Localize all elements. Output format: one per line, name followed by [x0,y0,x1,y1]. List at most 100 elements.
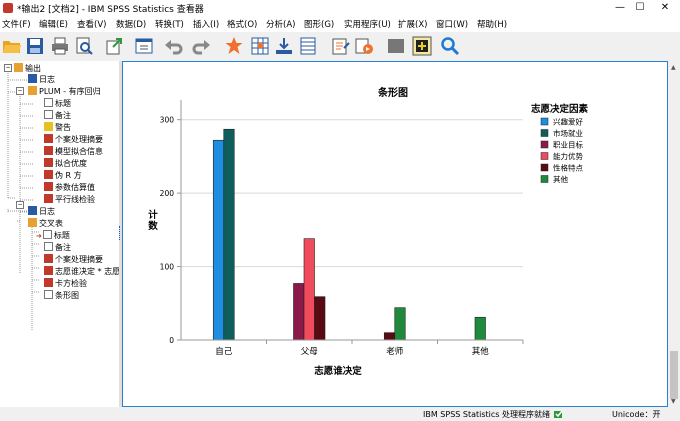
legend-swatch [540,152,549,160]
bar [383,332,396,341]
tree-item-chi-square[interactable]: 卡方检验 [44,278,87,290]
tree-item-crosstab-table[interactable]: 志愿谁决定 * 志愿 [44,266,120,278]
undo-icon[interactable] [164,36,184,56]
tree-item-title-2[interactable]: ➜ 标题 [36,230,70,242]
goto-data-icon[interactable] [224,36,244,56]
bar [293,283,305,341]
save-icon[interactable] [25,36,45,56]
output-content-pane: 条形图 0 100 200 300 自己 父母 老师 其他 志愿谁决定 计数 志愿决定因素 兴… [122,61,668,407]
menu-window[interactable]: 窗口(W) [436,18,468,30]
menu-help[interactable]: 帮助(H) [477,18,507,30]
legend-title: 志愿决定因素 [531,103,589,115]
x-tick-label: 老师 [386,346,404,357]
insert-output-icon[interactable] [412,36,432,56]
tree-item-bar-chart[interactable]: 条形图 [44,290,79,302]
legend-swatch [540,129,549,137]
menu-view[interactable]: 查看(V) [77,18,106,30]
bar [212,139,225,341]
status-bar: IBM SPSS Statistics 处理程序就绪 Unicode：开 [0,407,680,421]
redo-icon[interactable] [191,36,211,56]
tree-item-pseudo-r2[interactable]: 伪 R 方 [44,170,82,182]
scroll-up-icon[interactable]: ▲ [671,64,676,71]
goto-case-icon[interactable] [250,36,270,56]
x-tick-label: 父母 [301,347,318,357]
legend-swatch [540,117,549,126]
menu-format[interactable]: 格式(O) [227,18,257,30]
menu-data[interactable]: 数据(D) [116,18,146,30]
output-outline-pane: − − − 输出 日志 PLUM - 有序回归 标题 备注 警告 个案处理摘要 … [0,61,120,407]
menu-file[interactable]: 文件(F) [2,18,31,30]
tree-item-parameter-estimates[interactable]: 参数估算值 [44,182,95,194]
tree-item-title[interactable]: 标题 [44,98,71,110]
tree-item-goodness-of-fit[interactable]: 拟合优度 [44,158,87,170]
bar [314,296,326,341]
menu-transform[interactable]: 转换(T) [155,18,184,30]
y-axis-title: 计数 [147,209,158,232]
legend-label: 职业目标 [553,140,583,150]
y-tick-label: 0 [169,336,174,345]
tree-item-model-fit[interactable]: 模型拟合信息 [44,146,103,158]
tree-item-warnings[interactable]: 警告 [44,122,71,134]
menu-edit[interactable]: 编辑(E) [39,18,68,30]
x-tick-label: 自己 [215,346,233,357]
variables-icon[interactable] [298,36,318,56]
run-script-icon[interactable] [354,36,374,56]
warning-icon [44,122,53,131]
tree-item-crosstabs[interactable]: 交叉表 [28,218,63,230]
tree-toggle-plum[interactable]: − [16,87,24,95]
designate-window-icon[interactable] [330,36,350,56]
tree-toggle-crosstabs[interactable]: − [16,201,24,209]
export-icon[interactable] [104,36,124,56]
notes-icon [44,242,53,251]
title-icon [42,230,52,239]
tree-item-parallel-lines[interactable]: 平行线检验 [44,194,95,206]
open-icon[interactable] [2,36,22,56]
table-icon [44,266,53,275]
close-button[interactable]: ✕ [645,0,680,16]
app-icon [3,3,13,13]
recall-dialog-icon[interactable] [134,36,154,56]
table-icon [44,158,53,167]
y-axis-title-text: 计数 [147,209,158,232]
bar [474,316,486,341]
menu-insert[interactable]: 插入(I) [193,18,219,30]
tree-item-log-2[interactable]: 日志 [28,206,55,218]
tree-item-case-summary[interactable]: 个案处理摘要 [44,134,103,146]
y-tick-label: 100 [160,263,175,272]
scroll-thumb[interactable] [670,351,678,399]
legend-label: 市场就业 [553,128,583,138]
menu-bar: 文件(F) 编辑(E) 查看(V) 数据(D) 转换(T) 插入(I) 格式(O… [0,16,680,32]
log-icon [28,74,37,83]
goto-variable-icon[interactable] [274,36,294,56]
toolbar [0,32,680,62]
y-tick-label: 200 [160,189,175,198]
legend-label: 兴趣爱好 [553,117,583,127]
menu-extensions[interactable]: 扩展(X) [398,18,427,30]
output-book-icon [28,86,37,95]
print-preview-icon[interactable] [74,36,94,56]
x-tick-label: 其他 [472,346,490,357]
vertical-scrollbar[interactable]: ▲ ▼ [668,61,680,407]
current-item-arrow-icon: ➜ [36,232,42,240]
menu-utilities[interactable]: 实用程序(U) [344,18,391,30]
table-icon [44,278,53,287]
bar [394,307,406,341]
table-icon [44,194,53,203]
processor-status: IBM SPSS Statistics 处理程序就绪 [423,410,551,419]
legend: 兴趣爱好市场就业职业目标能力优势性格特点其他 [540,117,583,184]
tree-item-notes[interactable]: 备注 [44,110,71,122]
print-icon[interactable] [50,36,70,56]
chart-bars [212,128,486,341]
scroll-down-icon[interactable]: ▼ [671,398,676,405]
tree-item-case-summary-2[interactable]: 个案处理摘要 [44,254,103,266]
tree-toggle-output[interactable]: − [4,64,12,72]
table-icon [44,182,53,191]
bar-chart[interactable]: 条形图 0 100 200 300 自己 父母 老师 其他 志愿谁决定 计数 志愿决定因素 兴… [123,62,667,406]
tree-item-notes-2[interactable]: 备注 [44,242,71,254]
hide-icon[interactable] [386,36,406,56]
tree-item-plum[interactable]: PLUM - 有序回归 [28,86,101,98]
tree-item-log[interactable]: 日志 [28,74,55,86]
find-icon[interactable] [440,36,460,56]
menu-graphs[interactable]: 图形(G) [304,18,334,30]
menu-analyze[interactable]: 分析(A) [266,18,295,30]
